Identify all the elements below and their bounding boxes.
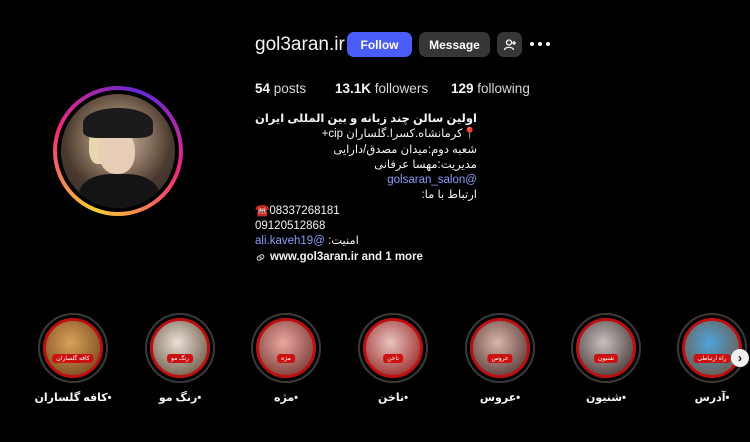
person-add-icon: [503, 38, 516, 50]
follow-button[interactable]: Follow: [347, 32, 412, 57]
highlight-tag: راه ارتباطی: [693, 354, 731, 363]
highlight-tag: ناخن: [383, 354, 403, 363]
bio-phone: 09120512868: [255, 220, 326, 233]
highlight-cover: کافه گلساران: [43, 318, 103, 378]
highlight-ring: شنیون: [571, 313, 641, 383]
highlight-cover: شنیون: [576, 318, 636, 378]
highlight-label: •شنیون: [586, 392, 626, 404]
highlight-ring: ناخن: [358, 313, 428, 383]
highlight-item[interactable]: ناخن •ناخن: [353, 313, 433, 404]
highlight-label: •آدرس: [694, 392, 730, 404]
highlight-tag: رنگ مو: [167, 354, 193, 363]
highlight-item[interactable]: عروس •عروس: [460, 313, 540, 404]
highlight-ring: مژه: [251, 313, 321, 383]
username: gol3aran.ir: [255, 34, 345, 55]
highlight-cover: ناخن: [363, 318, 423, 378]
highlight-label: •رنگ مو: [158, 392, 202, 404]
highlight-item[interactable]: کافه گلساران •کافه گلساران: [33, 313, 113, 404]
bio-line: ارتباط با ما:: [421, 189, 477, 202]
highlight-label: •کافه گلساران: [34, 392, 112, 404]
highlight-ring: راه ارتباطی: [677, 313, 747, 383]
bio-name: اولین سالن چند زبانه و بین المللی ایران: [255, 113, 477, 125]
highlight-tag: کافه گلساران: [52, 354, 94, 363]
bio-mention-link[interactable]: @ali.kaveh19: [255, 235, 325, 247]
website-link[interactable]: www.gol3aran.ir and 1 more: [255, 250, 477, 265]
highlight-tag: عروس: [487, 354, 513, 363]
highlight-cover: رنگ مو: [150, 318, 210, 378]
highlight-label: •ناخن: [378, 392, 408, 404]
highlight-label: •مژه: [274, 392, 298, 404]
link-icon: [256, 253, 265, 261]
bio-line: مدیریت:مهسا عرفانی: [374, 158, 477, 171]
highlight-cover: راه ارتباطی: [682, 318, 742, 378]
more-dots-icon[interactable]: [530, 38, 552, 50]
highlight-ring: عروس: [465, 313, 535, 383]
bio-line: 📍کرمانشاه.کسرا.گلساران cip+: [321, 128, 477, 141]
highlight-ring: رنگ مو: [145, 313, 215, 383]
posts-stat[interactable]: 54 posts: [255, 81, 306, 96]
highlight-ring: کافه گلساران: [38, 313, 108, 383]
highlight-tag: مژه: [277, 354, 295, 363]
following-stat[interactable]: 129 following: [451, 81, 530, 96]
chevron-right-icon[interactable]: ›: [731, 349, 749, 367]
highlight-cover: مژه: [256, 318, 316, 378]
highlight-item[interactable]: رنگ مو •رنگ مو: [140, 313, 220, 404]
profile-bio: اولین سالن چند زبانه و بین المللی ایران …: [255, 112, 477, 265]
highlight-item[interactable]: مژه •مژه: [246, 313, 326, 404]
bio-line: شعبه دوم:میدان مصدق/دارایی: [333, 143, 477, 156]
highlight-cover: عروس: [470, 318, 530, 378]
highlight-label: •عروس: [479, 392, 521, 404]
bio-mention-link[interactable]: @golsaran_salon: [255, 173, 477, 188]
profile-avatar[interactable]: [53, 86, 183, 216]
suggest-users-button[interactable]: [497, 32, 522, 57]
bio-phone: ☎️08337268181: [255, 204, 340, 217]
avatar-photo: [61, 94, 175, 208]
highlight-tag: شنیون: [593, 354, 619, 363]
bio-security-line: امنیت: @ali.kaveh19: [255, 235, 359, 248]
highlight-item[interactable]: شنیون •شنیون: [566, 313, 646, 404]
followers-stat[interactable]: 13.1K followers: [335, 81, 428, 96]
message-button[interactable]: Message: [419, 32, 490, 57]
